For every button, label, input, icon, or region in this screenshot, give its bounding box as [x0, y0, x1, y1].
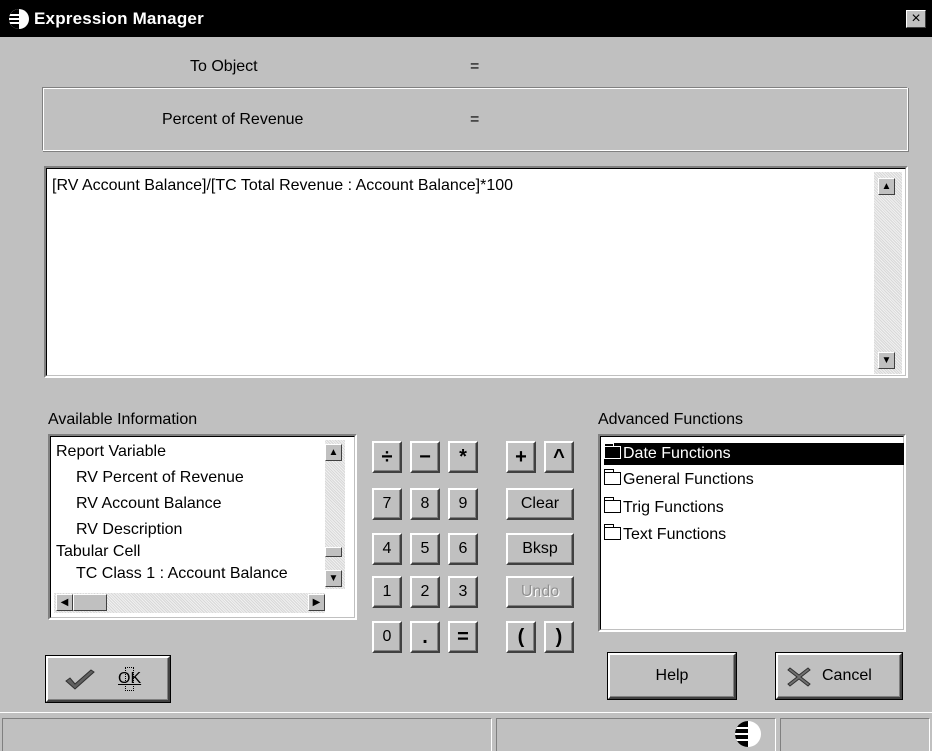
title-bar: Expression Manager ×	[0, 0, 932, 37]
advanced-functions-tree[interactable]: Date Functions General Functions Trig Fu…	[598, 434, 906, 632]
digit-2-button[interactable]: 2	[410, 576, 440, 608]
digit-3-button[interactable]: 3	[448, 576, 478, 608]
expression-scrollbar[interactable]: ▲ ▼	[874, 172, 902, 374]
list-item[interactable]: RV Description	[76, 520, 182, 540]
scroll-down-icon[interactable]: ▼	[325, 570, 342, 587]
decimal-button[interactable]: .	[410, 621, 440, 653]
plus-button[interactable]: +	[506, 441, 536, 473]
list-item[interactable]: Report Variable	[56, 442, 166, 462]
target-field-label: Percent of Revenue	[162, 111, 304, 128]
cancel-x-icon	[787, 667, 811, 687]
checkmark-icon	[65, 669, 95, 690]
scroll-right-icon[interactable]: ▶	[308, 594, 325, 611]
folder-icon	[604, 497, 621, 513]
power-button[interactable]: ^	[544, 441, 574, 473]
digit-1-button[interactable]: 1	[372, 576, 402, 608]
status-panel-end	[780, 718, 930, 751]
digit-8-button[interactable]: 8	[410, 488, 440, 520]
expression-manager-window: Expression Manager × To Object = Percent…	[0, 0, 932, 751]
ok-button[interactable]: OK	[46, 656, 170, 702]
scroll-up-icon[interactable]: ▲	[878, 178, 895, 195]
list-item[interactable]: TC Class 1 : Account Balance	[76, 564, 322, 584]
expression-editor[interactable]: [RV Account Balance]/[TC Total Revenue :…	[44, 166, 908, 378]
to-object-equals: =	[470, 58, 480, 75]
folder-icon	[604, 524, 621, 540]
scroll-left-icon[interactable]: ◀	[56, 594, 73, 611]
folder-icon	[604, 443, 621, 459]
cancel-button[interactable]: Cancel	[776, 653, 902, 699]
digit-5-button[interactable]: 5	[410, 533, 440, 565]
divide-button[interactable]: ÷	[372, 441, 402, 473]
scroll-up-icon[interactable]: ▲	[325, 444, 342, 461]
available-info-hscroll[interactable]: ◀ ▶	[54, 593, 325, 613]
available-info-vscroll[interactable]: ▲ ▼	[325, 440, 345, 589]
digit-6-button[interactable]: 6	[448, 533, 478, 565]
multiply-button[interactable]: *	[448, 441, 478, 473]
list-item[interactable]: RV Percent of Revenue	[76, 468, 244, 488]
to-object-label: To Object	[190, 58, 258, 75]
cancel-label: Cancel	[822, 667, 872, 684]
digit-9-button[interactable]: 9	[448, 488, 478, 520]
list-item[interactable]: RV Account Balance	[76, 494, 222, 514]
scroll-down-icon[interactable]: ▼	[878, 352, 895, 369]
equals-button[interactable]: =	[448, 621, 478, 653]
digit-0-button[interactable]: 0	[372, 621, 402, 653]
status-globe-icon	[735, 721, 761, 747]
available-info-list[interactable]: Report Variable RV Percent of Revenue RV…	[48, 434, 357, 620]
help-button[interactable]: Help	[608, 653, 736, 699]
list-item[interactable]: Tabular Cell	[56, 542, 140, 562]
open-paren-button[interactable]: (	[506, 621, 536, 653]
tree-item-date-functions[interactable]: Date Functions	[604, 443, 904, 465]
close-paren-button[interactable]: )	[544, 621, 574, 653]
expression-text: [RV Account Balance]/[TC Total Revenue :…	[52, 177, 514, 194]
scroll-thumb[interactable]	[73, 594, 107, 611]
scroll-thumb[interactable]	[325, 547, 342, 557]
digit-4-button[interactable]: 4	[372, 533, 402, 565]
clear-button[interactable]: Clear	[506, 488, 574, 520]
folder-icon	[604, 469, 621, 485]
target-field-equals: =	[470, 111, 480, 128]
close-icon[interactable]: ×	[906, 10, 926, 28]
tree-item-general-functions[interactable]: General Functions	[604, 469, 754, 491]
minus-button[interactable]: −	[410, 441, 440, 473]
digit-7-button[interactable]: 7	[372, 488, 402, 520]
status-panel-secondary	[496, 718, 776, 751]
tree-item-trig-functions[interactable]: Trig Functions	[604, 497, 724, 519]
tree-item-text-functions[interactable]: Text Functions	[604, 524, 726, 546]
available-info-label: Available Information	[48, 411, 198, 428]
window-title: Expression Manager	[34, 9, 204, 28]
advanced-functions-label: Advanced Functions	[598, 411, 743, 428]
app-globe-icon	[9, 9, 29, 29]
status-bar	[0, 712, 932, 751]
ok-label: OK	[116, 658, 143, 700]
backspace-button[interactable]: Bksp	[506, 533, 574, 565]
status-panel-main	[2, 718, 492, 751]
undo-button[interactable]: Undo	[506, 576, 574, 608]
